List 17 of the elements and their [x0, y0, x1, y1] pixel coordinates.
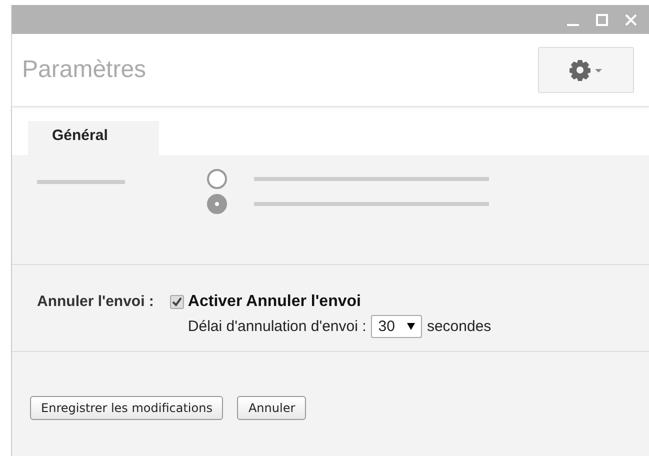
radio-button[interactable] [207, 194, 227, 214]
field-label: Annuler l'envoi : [37, 293, 154, 312]
button[interactable]: Annuler [237, 396, 306, 420]
settings-icon [569, 59, 603, 81]
delay-dropdown[interactable]: 30 [371, 315, 422, 338]
unit-label: secondes [426, 318, 492, 335]
checkbox[interactable] [170, 295, 184, 309]
radio-button[interactable] [207, 169, 227, 189]
checkbox-label: Activer Annuler l'envoi [188, 293, 361, 311]
dropdown-arrow-icon [406, 323, 415, 330]
maximize-icon[interactable] [596, 14, 608, 26]
button[interactable]: Enregistrer les modifications [30, 396, 224, 420]
delay-label: Délai d'annulation d'envoi : [188, 318, 366, 335]
close-icon[interactable] [625, 14, 637, 26]
settings-button[interactable] [538, 47, 634, 93]
tab[interactable]: Général [28, 121, 159, 155]
window-title: Paramètres [22, 56, 146, 84]
